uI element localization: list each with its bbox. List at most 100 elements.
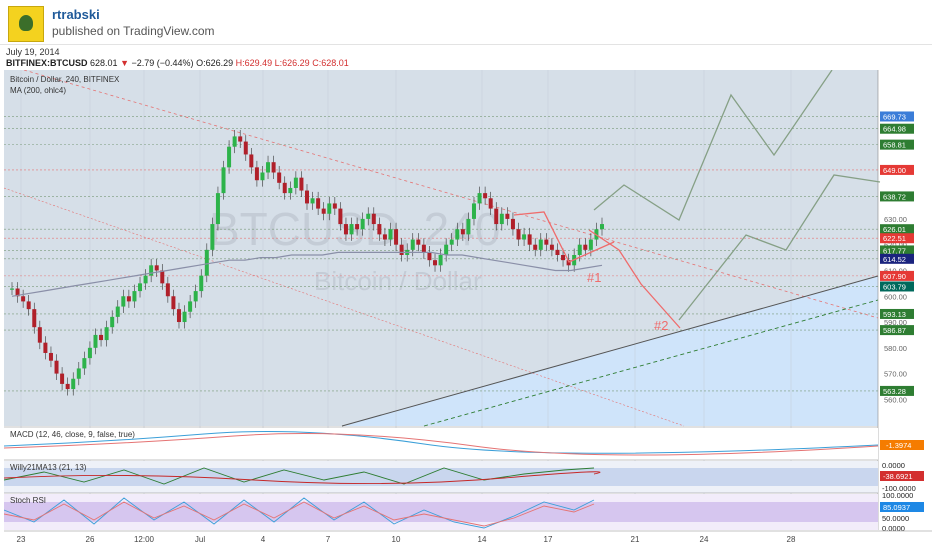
candle: [10, 288, 14, 290]
time-tick: 28: [787, 535, 796, 544]
stoch-title[interactable]: Stoch RSI: [10, 496, 46, 505]
time-axis[interactable]: 23 26 12:00 Jul 4 7 10 14 17 21 24 28: [17, 535, 796, 544]
candle: [143, 275, 148, 284]
price-tick: 560.00: [884, 395, 907, 404]
time-tick: 12:00: [134, 535, 155, 544]
candle: [277, 172, 282, 183]
candle: [349, 224, 354, 235]
candle: [332, 203, 337, 209]
candle: [421, 244, 426, 253]
candle: [488, 198, 493, 209]
price-tag-label: 603.79: [883, 282, 906, 291]
candle: [460, 229, 465, 235]
candle: [577, 244, 582, 255]
candle: [232, 136, 237, 147]
stoch-v2: 85.0937: [883, 503, 910, 512]
candle: [182, 311, 187, 323]
ohlc-high: H:629.49: [235, 58, 273, 68]
down-arrow-icon: ▼: [120, 58, 129, 68]
avatar[interactable]: [8, 6, 44, 42]
candle: [215, 193, 220, 225]
willy-title[interactable]: Willy21MA13 (21, 13): [10, 463, 87, 472]
ohlc-close: C:628.01: [312, 58, 349, 68]
candle: [360, 218, 365, 230]
candle: [282, 182, 287, 194]
candle: [26, 301, 31, 310]
candle: [455, 229, 460, 240]
ma-legend[interactable]: MA (200, ohlc4): [10, 86, 66, 95]
candle: [555, 249, 560, 255]
candle: [288, 187, 293, 194]
candle: [171, 296, 176, 310]
candle: [444, 244, 449, 255]
candle: [54, 360, 59, 374]
candle: [21, 296, 26, 302]
candle: [249, 154, 254, 168]
candle: [227, 146, 232, 168]
time-tick: 7: [326, 535, 331, 544]
candle: [477, 193, 482, 204]
candle: [99, 334, 104, 341]
candle: [561, 255, 566, 261]
candle: [87, 347, 92, 359]
candle: [305, 190, 309, 204]
candle: [510, 218, 515, 230]
time-tick: 14: [478, 535, 487, 544]
willy-v2: -38.6921: [883, 472, 913, 481]
candle: [499, 213, 504, 225]
candle: [355, 224, 360, 230]
candle: [104, 327, 109, 341]
candle: [483, 193, 488, 199]
willy-v1: 0.0000: [882, 461, 905, 470]
candle: [199, 275, 204, 292]
price-tag-label: 664.98: [883, 125, 906, 134]
candle: [93, 334, 98, 348]
candle: [154, 265, 159, 271]
candle: [321, 208, 326, 214]
candle: [299, 177, 304, 191]
candle: [115, 306, 120, 317]
username[interactable]: rtrabski: [52, 7, 100, 22]
candle: [121, 296, 126, 307]
price-tag-label: 607.90: [883, 272, 906, 281]
candle: [243, 141, 248, 155]
price-tag-label: 658.81: [883, 141, 906, 150]
candle: [410, 239, 415, 250]
candle: [43, 342, 48, 353]
candle: [271, 162, 276, 173]
candle: [366, 213, 371, 219]
candle: [138, 283, 143, 292]
candle: [394, 229, 399, 245]
macd-value: -1.3974: [886, 441, 911, 450]
candle: [310, 198, 315, 204]
time-tick: 21: [631, 535, 640, 544]
chart-date: July 19, 2014: [6, 47, 60, 57]
chart-canvas[interactable]: BTCUSD, 240 Bitcoin / Dollar #1 #2 Bitco…: [4, 70, 932, 550]
candle: [588, 239, 593, 250]
candle: [494, 208, 499, 225]
candle: [266, 162, 271, 173]
main-pane-title: Bitcoin / Dollar, 240, BITFINEX: [10, 75, 120, 84]
candle: [449, 239, 454, 245]
macd-title[interactable]: MACD (12, 46, close, 9, false, true): [10, 430, 135, 439]
candle: [533, 244, 538, 250]
candle: [600, 224, 604, 230]
candle: [544, 239, 549, 245]
candle: [238, 136, 243, 142]
symbol[interactable]: BITFINEX:BTCUSD: [6, 58, 88, 68]
time-tick: 23: [17, 535, 26, 544]
price-tag-label: 638.72: [883, 192, 906, 201]
publisher-header: rtrabski published on TradingView.com: [0, 0, 932, 45]
candle: [327, 203, 332, 214]
candle: [60, 373, 65, 384]
published-text: published on TradingView.com: [52, 24, 215, 38]
candle: [160, 270, 165, 284]
candle: [316, 198, 321, 209]
price-tag-label: 614.52: [883, 255, 906, 264]
price-tag-label: 563.28: [883, 387, 906, 396]
candle: [210, 224, 215, 250]
candle: [221, 167, 226, 194]
ohlc-open: O:626.29: [196, 58, 234, 68]
candle: [427, 252, 432, 261]
time-tick: 26: [86, 535, 95, 544]
